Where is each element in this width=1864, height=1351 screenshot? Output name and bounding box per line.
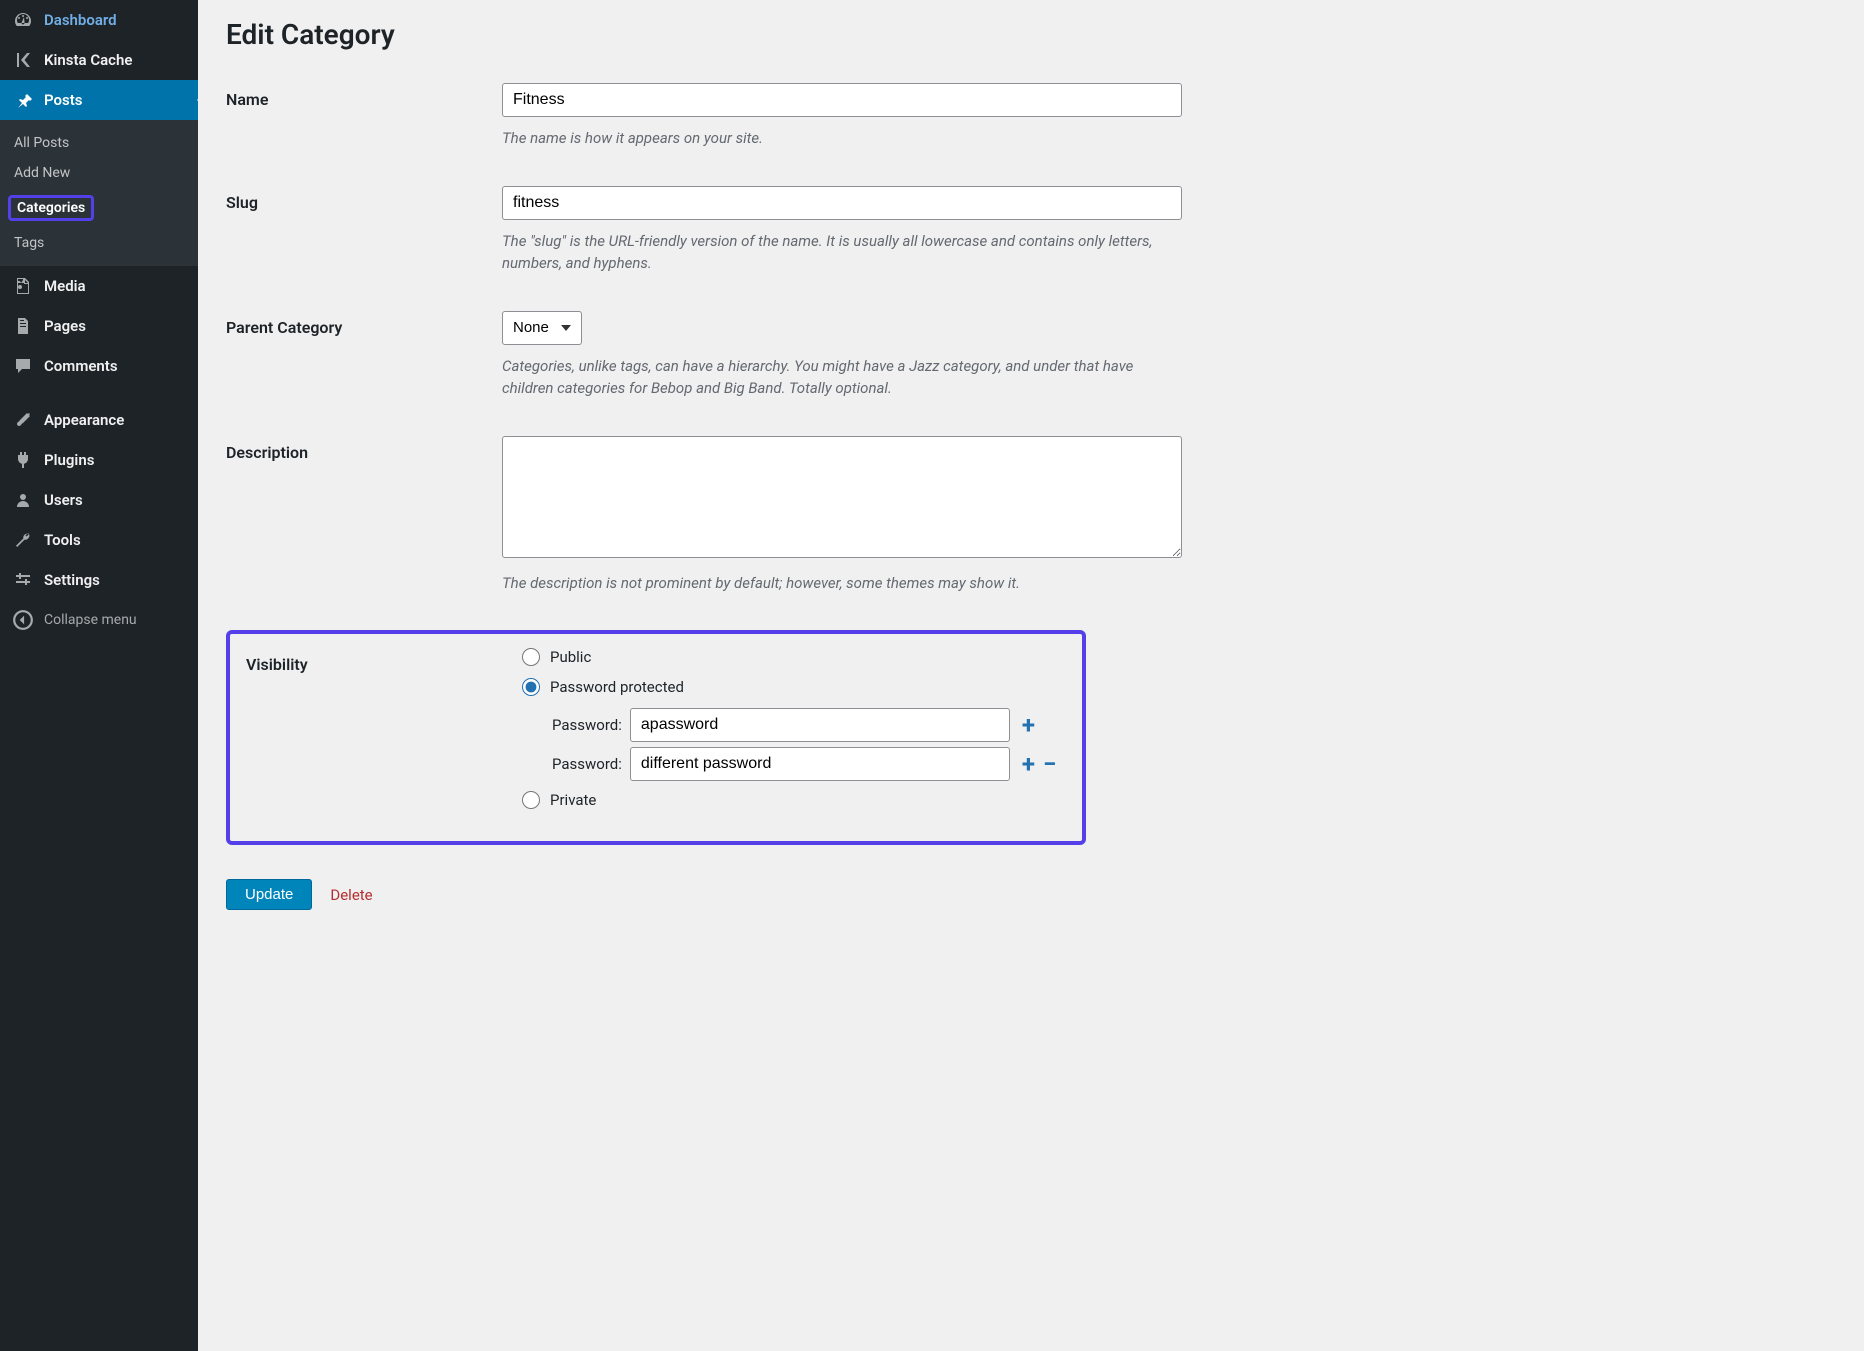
label-description: Description <box>226 436 502 462</box>
password-input-1[interactable] <box>630 708 1010 742</box>
sidebar-item-comments[interactable]: Comments <box>0 346 198 386</box>
password-input-2[interactable] <box>630 747 1010 781</box>
gauge-icon <box>12 10 34 30</box>
description-textarea[interactable] <box>502 436 1182 558</box>
collapse-label: Collapse menu <box>44 612 137 628</box>
sidebar-label: Dashboard <box>44 11 117 29</box>
description-desc: The description is not prominent by defa… <box>502 572 1182 595</box>
media-icon <box>12 276 34 296</box>
collapse-icon <box>12 610 34 630</box>
sidebar-label: Media <box>44 277 86 295</box>
sidebar-item-settings[interactable]: Settings <box>0 560 198 600</box>
sidebar-label: Posts <box>44 91 82 109</box>
admin-sidebar: Dashboard Kinsta Cache Posts All Posts A… <box>0 0 198 1351</box>
sidebar-label: Settings <box>44 571 100 589</box>
row-name: Name The name is how it appears on your … <box>226 83 1836 150</box>
delete-link[interactable]: Delete <box>330 886 372 904</box>
sidebar-label: Users <box>44 491 83 509</box>
remove-password-icon[interactable]: − <box>1043 750 1056 778</box>
sidebar-item-posts[interactable]: Posts <box>0 80 198 120</box>
add-password-icon[interactable]: + <box>1022 750 1035 778</box>
radio-public-label: Public <box>550 648 591 666</box>
radio-private-label: Private <box>550 791 596 809</box>
sidebar-label: Appearance <box>44 411 124 429</box>
slug-desc: The "slug" is the URL-friendly version o… <box>502 230 1182 275</box>
collapse-menu[interactable]: Collapse menu <box>0 600 198 640</box>
wrench-icon <box>12 530 34 550</box>
sidebar-item-pages[interactable]: Pages <box>0 306 198 346</box>
sidebar-item-tools[interactable]: Tools <box>0 520 198 560</box>
form-actions: Update Delete <box>226 879 1836 910</box>
comment-icon <box>12 356 34 376</box>
pwd-label-1: Password: <box>552 716 622 734</box>
radio-protected[interactable] <box>522 678 540 696</box>
add-password-icon[interactable]: + <box>1022 711 1035 739</box>
submenu-add-new[interactable]: Add New <box>0 158 198 188</box>
brush-icon <box>12 410 34 430</box>
label-parent: Parent Category <box>226 311 502 337</box>
parent-select[interactable]: None <box>502 311 582 345</box>
parent-desc: Categories, unlike tags, can have a hier… <box>502 355 1182 400</box>
slug-input[interactable] <box>502 186 1182 220</box>
sidebar-label: Kinsta Cache <box>44 51 132 69</box>
sidebar-item-plugins[interactable]: Plugins <box>0 440 198 480</box>
name-input[interactable] <box>502 83 1182 117</box>
update-button[interactable]: Update <box>226 879 312 910</box>
submenu-all-posts[interactable]: All Posts <box>0 128 198 158</box>
pages-icon <box>12 316 34 336</box>
row-slug: Slug The "slug" is the URL-friendly vers… <box>226 186 1836 275</box>
sidebar-label: Pages <box>44 317 86 335</box>
pwd-label-2: Password: <box>552 755 622 773</box>
sidebar-item-appearance[interactable]: Appearance <box>0 400 198 440</box>
label-visibility: Visibility <box>246 648 522 674</box>
plug-icon <box>12 450 34 470</box>
sidebar-item-media[interactable]: Media <box>0 266 198 306</box>
row-description: Description The description is not promi… <box>226 436 1836 595</box>
sidebar-label: Plugins <box>44 451 94 469</box>
visibility-section: Visibility Public Password protected Pas… <box>226 630 1086 845</box>
radio-protected-label: Password protected <box>550 678 684 696</box>
sidebar-item-users[interactable]: Users <box>0 480 198 520</box>
radio-public[interactable] <box>522 648 540 666</box>
label-slug: Slug <box>226 186 502 212</box>
row-parent: Parent Category None Categories, unlike … <box>226 311 1836 400</box>
user-icon <box>12 490 34 510</box>
main-content: Edit Category Name The name is how it ap… <box>198 0 1864 1351</box>
kinsta-icon <box>12 50 34 70</box>
sidebar-item-kinsta[interactable]: Kinsta Cache <box>0 40 198 80</box>
submenu-categories[interactable]: Categories <box>0 188 198 228</box>
posts-submenu: All Posts Add New Categories Tags <box>0 120 198 266</box>
sidebar-item-dashboard[interactable]: Dashboard <box>0 0 198 40</box>
radio-private[interactable] <box>522 791 540 809</box>
sidebar-label: Tools <box>44 531 81 549</box>
page-title: Edit Category <box>226 18 1836 51</box>
pin-icon <box>12 90 34 110</box>
label-name: Name <box>226 83 502 109</box>
name-desc: The name is how it appears on your site. <box>502 127 1182 150</box>
sliders-icon <box>12 570 34 590</box>
sidebar-label: Comments <box>44 357 118 375</box>
submenu-tags[interactable]: Tags <box>0 228 198 258</box>
